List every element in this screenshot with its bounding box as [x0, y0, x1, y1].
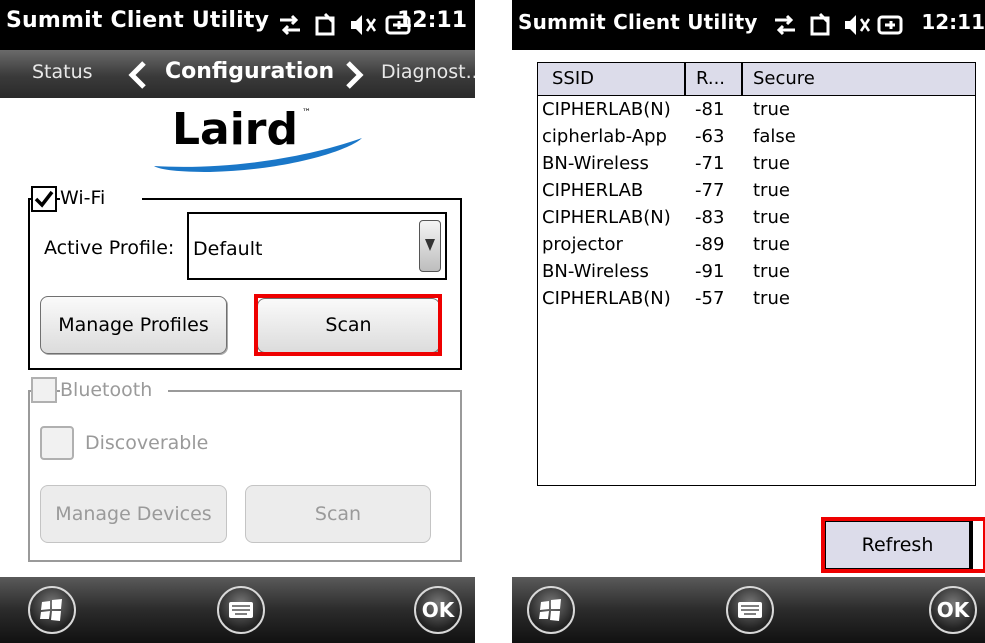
volume-muted-icon	[845, 15, 871, 35]
bottom-bar: OK	[0, 577, 475, 643]
chevron-left-icon[interactable]	[126, 60, 150, 90]
bluetooth-checkbox[interactable]	[31, 377, 57, 403]
windows-start-icon	[539, 599, 561, 621]
list-row[interactable]: CIPHERLAB(N) -83 true	[538, 205, 975, 232]
ok-button[interactable]: OK	[929, 586, 977, 634]
keyboard-icon	[738, 602, 762, 618]
scan-results-screen: Summit Client Utility 12:11 SSID R... Se…	[512, 0, 985, 643]
volume-muted-icon	[351, 15, 377, 35]
list-row[interactable]: CIPHERLAB(N) -81 true	[538, 97, 975, 124]
column-header-secure[interactable]: Secure	[753, 68, 815, 89]
tab-diagnostics[interactable]: Diagnost...	[381, 61, 475, 83]
cell-rssi: -83	[695, 207, 725, 228]
cell-secure: true	[753, 153, 790, 174]
wifi-label: Wi-Fi	[60, 187, 142, 209]
list-row[interactable]: CIPHERLAB(N) -57 true	[538, 286, 975, 313]
list-row[interactable]: cipherlab-App -63 false	[538, 124, 975, 151]
cell-secure: true	[753, 180, 790, 201]
cell-ssid: projector	[542, 234, 623, 255]
connectivity-icon	[280, 14, 300, 36]
cell-ssid: CIPHERLAB(N)	[542, 207, 671, 228]
ok-button[interactable]: OK	[414, 586, 462, 634]
discoverable-label: Discoverable	[85, 432, 209, 454]
windows-start-button[interactable]	[527, 586, 575, 634]
chevron-right-icon[interactable]	[342, 60, 366, 90]
cell-rssi: -91	[695, 261, 725, 282]
laird-logo: Laird ™	[150, 104, 380, 174]
cell-rssi: -77	[695, 180, 725, 201]
bluetooth-scan-button[interactable]: Scan	[245, 485, 431, 543]
configuration-screen: Summit Client Utility 12:11 Status Confi…	[0, 0, 475, 643]
wifi-checkbox[interactable]	[31, 186, 57, 212]
checkmark-icon	[34, 190, 54, 208]
cell-rssi: -63	[695, 126, 725, 147]
manage-profiles-button[interactable]: Manage Profiles	[40, 296, 227, 354]
highlight-box	[821, 517, 985, 573]
dropdown-button[interactable]	[419, 220, 441, 272]
cell-ssid: cipherlab-App	[542, 126, 667, 147]
bluetooth-label: Bluetooth	[60, 379, 168, 401]
cell-rssi: -89	[695, 234, 725, 255]
cell-ssid: BN-Wireless	[542, 153, 649, 174]
cell-rssi: -57	[695, 288, 725, 309]
cell-ssid: CIPHERLAB(N)	[542, 99, 671, 120]
clock: 12:11	[396, 8, 467, 33]
column-divider	[684, 63, 686, 96]
sync-icon	[810, 12, 830, 36]
cell-ssid: BN-Wireless	[542, 261, 649, 282]
column-header-rssi[interactable]: R...	[696, 68, 725, 89]
cell-secure: false	[753, 126, 796, 147]
logo-swoosh-icon	[154, 138, 362, 172]
active-profile-value: Default	[193, 238, 263, 260]
cell-ssid: CIPHERLAB(N)	[542, 288, 671, 309]
app-title: Summit Client Utility	[518, 10, 758, 34]
sync-icon	[315, 12, 335, 36]
bottom-bar: OK	[512, 577, 985, 643]
cell-secure: true	[753, 288, 790, 309]
cell-secure: true	[753, 207, 790, 228]
status-bar: Summit Client Utility 12:11	[0, 0, 475, 50]
status-bar: Summit Client Utility 12:11	[512, 0, 985, 50]
column-header-ssid[interactable]: SSID	[552, 68, 594, 89]
windows-start-icon	[40, 599, 62, 621]
active-profile-label: Active Profile:	[44, 237, 175, 259]
connectivity-icon	[775, 14, 795, 36]
keyboard-button[interactable]	[726, 586, 774, 634]
discoverable-checkbox[interactable]	[40, 426, 74, 460]
tab-configuration[interactable]: Configuration	[165, 59, 334, 84]
tab-status[interactable]: Status	[32, 61, 93, 83]
list-row[interactable]: BN-Wireless -71 true	[538, 151, 975, 178]
cell-rssi: -71	[695, 153, 725, 174]
app-title: Summit Client Utility	[6, 8, 270, 33]
clock: 12:11	[921, 10, 985, 34]
tab-bar: Status Configuration Diagnost...	[0, 50, 475, 98]
highlight-box	[254, 294, 442, 356]
cell-secure: true	[753, 261, 790, 282]
cell-rssi: -81	[695, 99, 725, 120]
list-row[interactable]: projector -89 true	[538, 232, 975, 259]
battery-charging-icon	[877, 15, 903, 35]
list-header: SSID R... Secure	[538, 63, 975, 96]
cell-ssid: CIPHERLAB	[542, 180, 644, 201]
scan-results-list[interactable]: SSID R... Secure CIPHERLAB(N) -81 true c…	[537, 62, 976, 486]
list-row[interactable]: CIPHERLAB -77 true	[538, 178, 975, 205]
keyboard-icon	[229, 602, 253, 618]
manage-devices-button[interactable]: Manage Devices	[40, 485, 227, 543]
list-row[interactable]: BN-Wireless -91 true	[538, 259, 975, 286]
cell-secure: true	[753, 99, 790, 120]
active-profile-dropdown[interactable]: Default	[187, 212, 447, 280]
chevron-down-icon	[425, 239, 435, 251]
windows-start-button[interactable]	[28, 586, 76, 634]
logo-trademark: ™	[302, 108, 311, 118]
keyboard-button[interactable]	[217, 586, 265, 634]
cell-secure: true	[753, 234, 790, 255]
column-divider	[741, 63, 743, 96]
